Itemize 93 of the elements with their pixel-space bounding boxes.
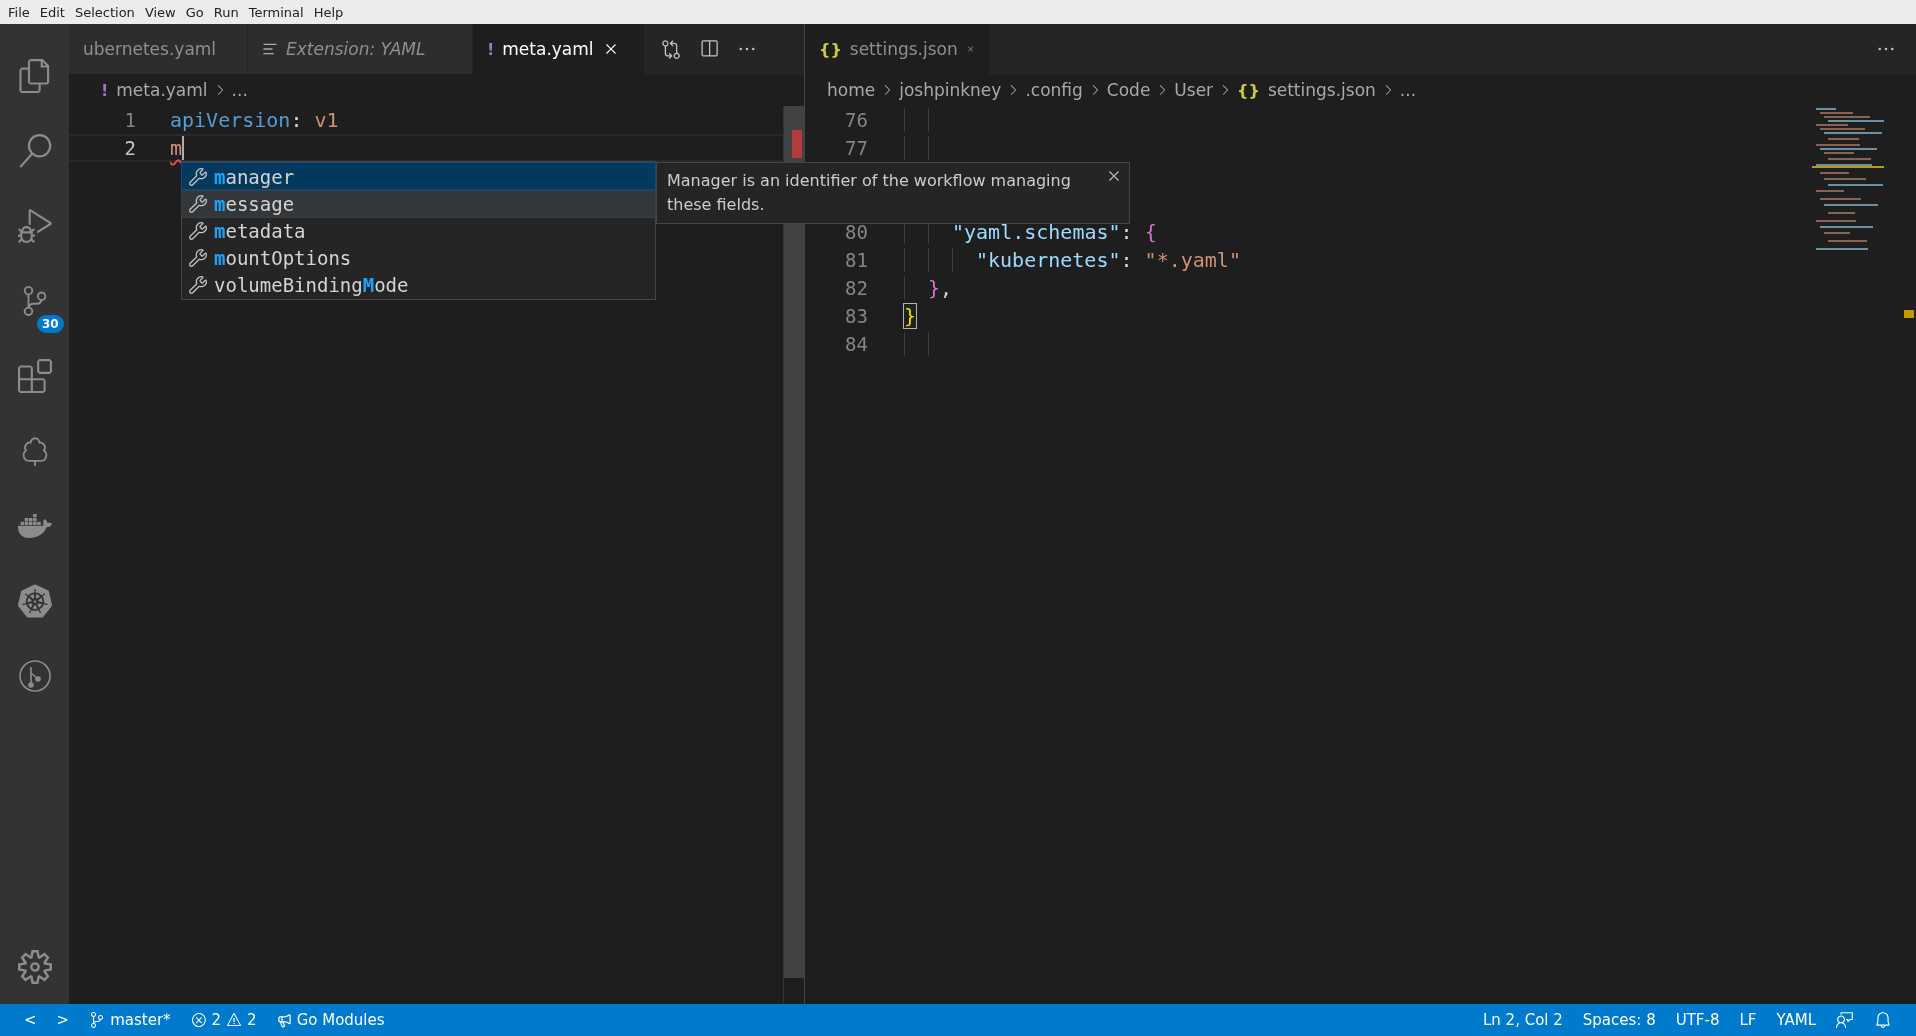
suggestion-label: metadata xyxy=(214,219,306,242)
nav-button[interactable]: < xyxy=(14,1011,47,1029)
branch-label: master* xyxy=(110,1011,171,1029)
warning-count: 2 xyxy=(247,1011,257,1029)
suggestion-label: manager xyxy=(214,165,295,188)
warning-icon xyxy=(226,1012,243,1028)
wrench-icon xyxy=(188,247,208,268)
suggestion-item[interactable]: metadata xyxy=(182,217,655,244)
branch-icon xyxy=(89,1012,106,1028)
go-modules-status[interactable]: Go Modules xyxy=(266,1011,395,1029)
breadcrumb-item[interactable]: User xyxy=(1174,80,1214,100)
status-item[interactable]: UTF-8 xyxy=(1665,1011,1730,1029)
code-line: }, xyxy=(928,276,953,300)
breadcrumb-item[interactable]: .config xyxy=(1025,80,1083,100)
split-editor-icon[interactable] xyxy=(699,39,719,59)
status-item[interactable]: Spaces: 8 xyxy=(1572,1011,1666,1029)
file-type-icon: {} xyxy=(1237,80,1260,100)
wrench-icon xyxy=(188,166,208,187)
status-item[interactable]: YAML xyxy=(1766,1011,1826,1029)
wrench-icon xyxy=(188,274,208,295)
suggestion-item[interactable]: mountOptions xyxy=(182,244,655,271)
wrench-icon xyxy=(188,220,208,241)
status-label: Go Modules xyxy=(296,1011,385,1029)
editor-tab[interactable]: Extension: YAML xyxy=(248,24,473,74)
menu-item[interactable]: Run xyxy=(209,4,243,20)
menu-item[interactable]: File xyxy=(4,4,34,20)
tab-label: settings.json xyxy=(849,39,958,59)
breadcrumb-item[interactable]: joshpinkney xyxy=(899,80,1002,100)
line-number: 83 xyxy=(844,305,868,327)
list-icon xyxy=(262,41,278,57)
line-number: 1 xyxy=(123,109,136,131)
count-badge: 30 xyxy=(37,315,64,333)
menu-item[interactable]: Edit xyxy=(35,4,69,20)
code-line: "kubernetes": "*.yaml" xyxy=(976,248,1241,272)
file-type-icon: {} xyxy=(819,39,842,59)
wrench-icon xyxy=(188,193,208,214)
suggestion-item[interactable]: volumeBindingMode xyxy=(182,271,655,298)
feedback-icon[interactable] xyxy=(1836,1011,1854,1029)
problems-status[interactable]: 2 2 xyxy=(180,1011,267,1029)
editor-tab[interactable]: ! meta.yaml xyxy=(473,24,645,74)
files-icon[interactable] xyxy=(17,58,52,93)
error-marker xyxy=(792,130,802,158)
code-line: apiVersion: v1 xyxy=(170,108,339,132)
git-graph-icon[interactable] xyxy=(17,658,52,693)
editor-tab[interactable]: {} settings.json xyxy=(805,24,990,74)
extensions-icon[interactable] xyxy=(17,358,52,393)
compare-icon[interactable] xyxy=(661,39,681,59)
file-type-icon: ! xyxy=(101,80,109,100)
suggestion-item[interactable]: manager xyxy=(182,163,655,190)
breadcrumb-item[interactable]: ... xyxy=(231,80,248,100)
line-number: 82 xyxy=(844,277,868,299)
file-type-icon: ! xyxy=(487,39,495,59)
menu-item[interactable]: View xyxy=(140,4,180,20)
line-number: 80 xyxy=(844,221,868,243)
tab-label: meta.yaml xyxy=(502,39,594,59)
breadcrumb-item[interactable]: Code xyxy=(1106,80,1151,100)
suggestion-item[interactable]: message xyxy=(182,190,655,217)
menu-item[interactable]: Go xyxy=(181,4,208,20)
breadcrumb-item[interactable]: meta.yaml xyxy=(116,80,208,100)
suggestion-label: message xyxy=(214,192,295,215)
menu-item[interactable]: Selection xyxy=(70,4,139,20)
line-number: 81 xyxy=(844,249,868,271)
error-count: 2 xyxy=(211,1011,222,1029)
helm-wheel-icon[interactable] xyxy=(17,583,52,618)
breadcrumb-item[interactable]: home xyxy=(827,80,876,100)
search-icon[interactable] xyxy=(17,133,52,168)
branch-status[interactable]: master* xyxy=(79,1011,181,1029)
details-text: Manager is an identifier of the workflow managing these fields. xyxy=(667,170,1072,216)
warning-marker xyxy=(1904,310,1914,318)
code-line: m xyxy=(170,136,183,160)
run-debug-icon[interactable] xyxy=(17,208,52,243)
code-line: "yaml.schemas": { xyxy=(952,220,1157,244)
tab-label: Extension: YAML xyxy=(286,39,426,59)
error-icon xyxy=(190,1012,207,1028)
menu-item[interactable]: Help xyxy=(309,4,348,20)
status-item[interactable]: LF xyxy=(1729,1011,1767,1029)
breadcrumb-item[interactable]: ... xyxy=(1399,80,1417,100)
line-number: 84 xyxy=(844,333,868,355)
status-item[interactable]: Ln 2, Col 2 xyxy=(1472,1011,1573,1029)
menu-item[interactable]: Terminal xyxy=(244,4,308,20)
editor-tab[interactable]: ubernetes.yaml xyxy=(69,24,248,74)
line-number: 2 xyxy=(123,137,136,159)
line-number: 76 xyxy=(844,109,868,131)
text-cursor xyxy=(182,136,185,160)
suggestion-label: mountOptions xyxy=(214,246,352,269)
bell-icon[interactable] xyxy=(1874,1011,1892,1029)
nav-button[interactable]: > xyxy=(46,1011,80,1029)
breadcrumb-item[interactable]: settings.json xyxy=(1267,80,1376,100)
suggestion-label: volumeBindingMode xyxy=(214,273,409,296)
megaphone-icon xyxy=(276,1012,292,1028)
tab-label: ubernetes.yaml xyxy=(83,39,217,59)
line-number: 77 xyxy=(844,137,868,159)
settings-icon[interactable] xyxy=(17,949,52,984)
